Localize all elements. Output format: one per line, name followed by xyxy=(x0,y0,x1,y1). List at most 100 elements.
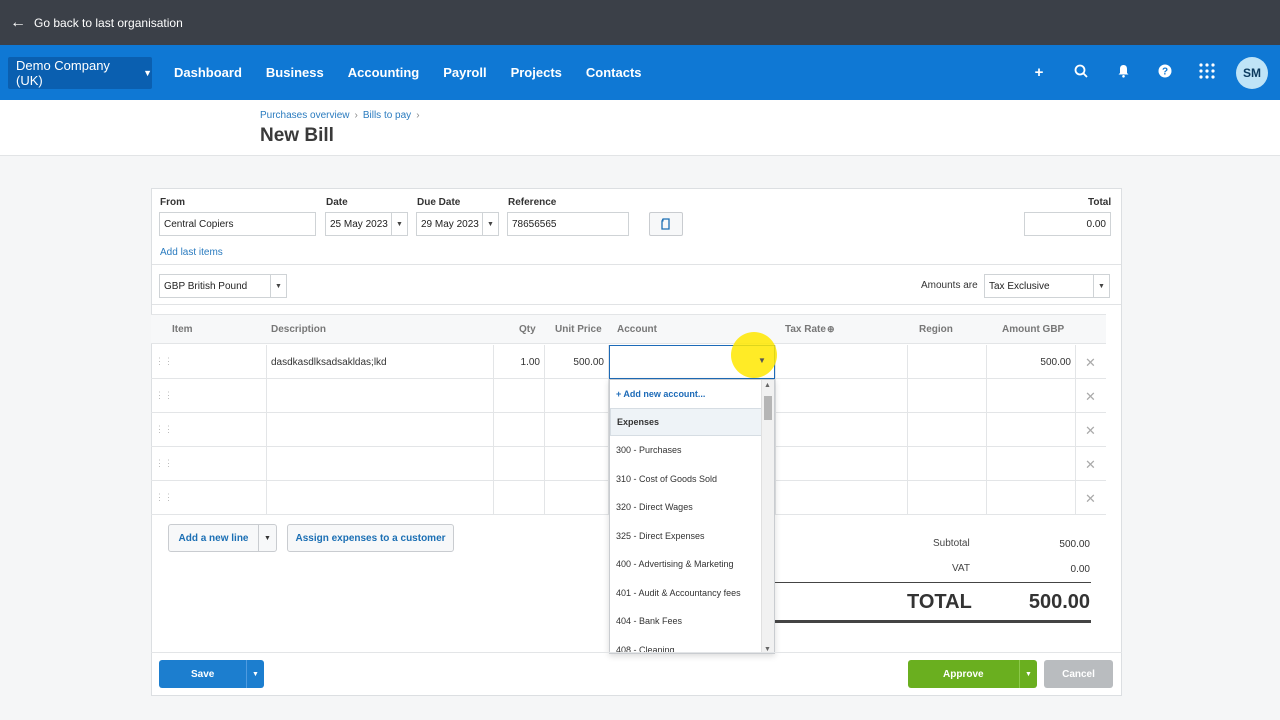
add-new-line-button[interactable]: Add a new line ▼ xyxy=(168,524,277,552)
account-option[interactable]: 401 - Audit & Accountancy fees xyxy=(610,579,762,607)
main-nav: Demo Company (UK) ▼ Dashboard Business A… xyxy=(0,45,1280,100)
amount-cell[interactable] xyxy=(987,481,1076,515)
nav-dashboard[interactable]: Dashboard xyxy=(162,65,254,80)
cursor-highlight xyxy=(731,332,777,378)
scrollbar-thumb[interactable] xyxy=(764,396,772,420)
description-cell[interactable] xyxy=(267,447,494,481)
plus-icon[interactable]: + xyxy=(1018,64,1060,81)
tax-rate-cell[interactable] xyxy=(776,379,908,413)
description-cell[interactable] xyxy=(267,481,494,515)
tax-rate-cell[interactable] xyxy=(776,345,908,379)
account-option[interactable]: 300 - Purchases xyxy=(610,436,762,464)
unit-price-cell[interactable] xyxy=(545,481,609,515)
nav-menu: Dashboard Business Accounting Payroll Pr… xyxy=(162,65,654,80)
region-cell[interactable] xyxy=(908,379,987,413)
unit-price-cell[interactable] xyxy=(545,379,609,413)
currency-select[interactable]: GBP British Pound ▼ xyxy=(159,274,287,298)
currency-dropdown-icon[interactable]: ▼ xyxy=(270,275,286,297)
approve-button[interactable]: Approve ▼ xyxy=(908,660,1037,688)
date-field[interactable]: 25 May 2023 ▼ xyxy=(325,212,408,236)
region-cell[interactable] xyxy=(908,345,987,379)
bell-icon[interactable] xyxy=(1102,64,1144,82)
item-cell[interactable] xyxy=(168,413,267,447)
plus-circle-icon[interactable]: ⊕ xyxy=(827,324,835,335)
org-name: Demo Company (UK) xyxy=(16,57,110,88)
reference-value: 78656565 xyxy=(512,218,557,230)
cancel-button[interactable]: Cancel xyxy=(1044,660,1113,688)
delete-row-icon[interactable]: ✕ xyxy=(1085,491,1096,507)
account-option[interactable]: 310 - Cost of Goods Sold xyxy=(610,465,762,493)
delete-row-icon[interactable]: ✕ xyxy=(1085,389,1096,405)
region-cell[interactable] xyxy=(908,413,987,447)
save-label: Save xyxy=(191,668,215,680)
tax-rate-cell[interactable] xyxy=(776,447,908,481)
amount-cell[interactable] xyxy=(987,447,1076,481)
amount-cell[interactable] xyxy=(987,379,1076,413)
tax-rate-cell[interactable] xyxy=(776,413,908,447)
from-value: Central Copiers xyxy=(164,218,234,230)
avatar[interactable]: SM xyxy=(1236,56,1268,89)
account-option[interactable]: 400 - Advertising & Marketing xyxy=(610,550,762,578)
amounts-are-value: Tax Exclusive xyxy=(989,280,1050,292)
qty-cell[interactable] xyxy=(494,447,545,481)
amount-cell[interactable]: 500.00 xyxy=(987,345,1076,379)
account-option[interactable]: 325 - Direct Expenses xyxy=(610,522,762,550)
item-cell[interactable] xyxy=(168,379,267,413)
subtotal-label: Subtotal xyxy=(933,538,970,549)
breadcrumb-purchases-overview[interactable]: Purchases overview xyxy=(260,110,349,121)
account-option[interactable]: 404 - Bank Fees xyxy=(610,607,762,635)
tax-rate-cell[interactable] xyxy=(776,481,908,515)
qty-cell[interactable] xyxy=(494,413,545,447)
save-button[interactable]: Save ▼ xyxy=(159,660,264,688)
delete-row-icon[interactable]: ✕ xyxy=(1085,355,1096,371)
qty-cell[interactable]: 1.00 xyxy=(494,345,545,379)
from-field[interactable]: Central Copiers xyxy=(159,212,316,236)
date-dropdown-icon[interactable]: ▼ xyxy=(391,213,407,235)
delete-row-icon[interactable]: ✕ xyxy=(1085,423,1096,439)
item-cell[interactable] xyxy=(168,481,267,515)
item-cell[interactable] xyxy=(168,345,267,379)
nav-contacts[interactable]: Contacts xyxy=(574,65,654,80)
caret-down-icon[interactable]: ▼ xyxy=(246,660,264,688)
expenses-group-header: Expenses xyxy=(610,408,762,436)
apps-grid-icon[interactable] xyxy=(1186,62,1228,83)
copy-document-button[interactable] xyxy=(649,212,683,236)
reference-field[interactable]: 78656565 xyxy=(507,212,629,236)
unit-price-cell[interactable]: 500.00 xyxy=(545,345,609,379)
caret-down-icon[interactable]: ▼ xyxy=(1019,660,1037,688)
caret-down-icon[interactable]: ▼ xyxy=(258,525,276,551)
nav-business[interactable]: Business xyxy=(254,65,336,80)
qty-cell[interactable] xyxy=(494,379,545,413)
region-cell[interactable] xyxy=(908,481,987,515)
description-cell[interactable] xyxy=(267,413,494,447)
add-new-account-option[interactable]: + Add new account... xyxy=(610,380,762,408)
nav-accounting[interactable]: Accounting xyxy=(336,65,432,80)
search-icon[interactable] xyxy=(1060,64,1102,82)
help-icon[interactable]: ? xyxy=(1144,64,1186,82)
item-cell[interactable] xyxy=(168,447,267,481)
unit-price-cell[interactable] xyxy=(545,413,609,447)
org-switcher[interactable]: Demo Company (UK) ▼ xyxy=(8,56,152,89)
amount-cell[interactable] xyxy=(987,413,1076,447)
unit-price-cell[interactable] xyxy=(545,447,609,481)
back-to-organisation-link[interactable]: ← Go back to last organisation xyxy=(0,0,1280,45)
dropdown-scrollbar[interactable]: ▲ ▼ xyxy=(761,380,774,653)
breadcrumb-bills-to-pay[interactable]: Bills to pay xyxy=(363,110,411,121)
document-icon xyxy=(661,217,670,230)
due-date-dropdown-icon[interactable]: ▼ xyxy=(482,213,498,235)
region-cell[interactable] xyxy=(908,447,987,481)
add-last-items-link[interactable]: Add last items xyxy=(160,247,223,258)
qty-cell[interactable] xyxy=(494,481,545,515)
account-option[interactable]: 320 - Direct Wages xyxy=(610,493,762,521)
due-date-field[interactable]: 29 May 2023 ▼ xyxy=(416,212,499,236)
amounts-are-dropdown-icon[interactable]: ▼ xyxy=(1093,275,1109,297)
assign-expenses-button[interactable]: Assign expenses to a customer xyxy=(287,524,454,552)
amounts-are-select[interactable]: Tax Exclusive ▼ xyxy=(984,274,1110,298)
description-cell[interactable] xyxy=(267,379,494,413)
scroll-up-icon[interactable]: ▲ xyxy=(764,382,771,389)
description-cell[interactable]: dasdkasdlksadsakldas;lkd xyxy=(267,345,494,379)
nav-projects[interactable]: Projects xyxy=(499,65,574,80)
caret-down-icon[interactable]: ▼ xyxy=(758,356,766,365)
nav-payroll[interactable]: Payroll xyxy=(431,65,498,80)
delete-row-icon[interactable]: ✕ xyxy=(1085,457,1096,473)
